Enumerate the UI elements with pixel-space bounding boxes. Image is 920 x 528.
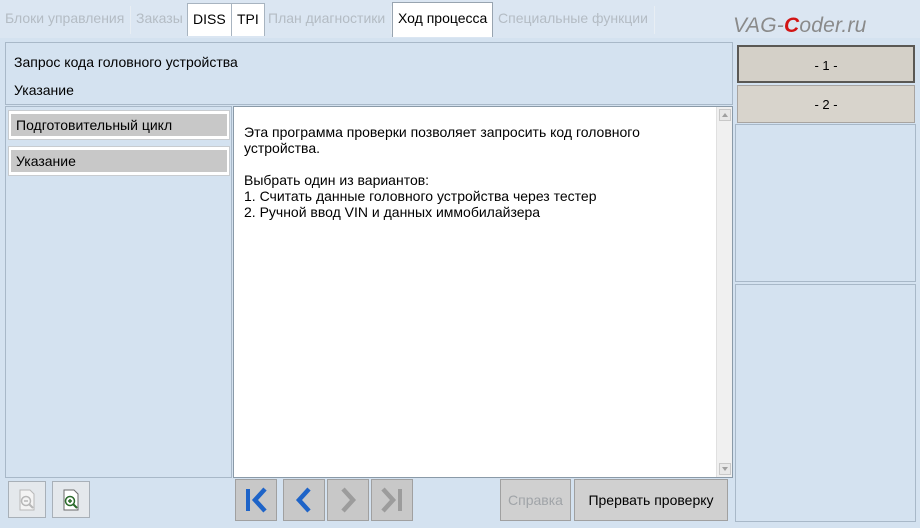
logo-suffix: oder.ru — [799, 14, 867, 37]
tab-diagnostic-plan[interactable]: План диагностики — [263, 3, 390, 36]
last-step-button[interactable] — [371, 479, 413, 521]
instruction-text-pane: Эта программа проверки позволяет запроси… — [233, 106, 733, 478]
logo-prefix: VAG- — [733, 14, 784, 37]
zoom-out-document-icon — [9, 488, 45, 512]
list-item-label: Подготовительный цикл — [11, 114, 227, 136]
previous-step-button[interactable] — [283, 479, 325, 521]
side-info-area — [735, 284, 916, 522]
next-step-button[interactable] — [327, 479, 369, 521]
list-item-preparation[interactable]: Подготовительный цикл — [8, 110, 230, 140]
abort-test-button[interactable]: Прервать проверку — [574, 479, 728, 521]
tab-diss[interactable]: DISS — [187, 3, 232, 36]
tab-tpi[interactable]: TPI — [231, 3, 265, 36]
instruction-text: Эта программа проверки позволяет запроси… — [244, 124, 640, 220]
skip-to-end-icon — [372, 485, 412, 515]
page-subtitle: Указание — [14, 82, 74, 98]
watermark-logo: VAG-Coder.ru — [733, 14, 867, 38]
tab-control-units[interactable]: Блоки управления — [0, 3, 129, 36]
steps-panel: - 1 - - 2 - — [735, 42, 916, 522]
first-step-button[interactable] — [235, 479, 277, 521]
help-button[interactable]: Справка — [500, 479, 571, 521]
test-header: Запрос кода головного устройства Указани… — [5, 42, 733, 105]
scroll-up-arrow-icon[interactable] — [719, 109, 731, 121]
list-item-instruction[interactable]: Указание — [8, 146, 230, 176]
tab-separator — [654, 6, 655, 34]
skip-to-start-icon — [236, 485, 276, 515]
list-item-label: Указание — [11, 150, 227, 172]
previous-icon — [284, 485, 324, 515]
procedure-step-list: Подготовительный цикл Указание — [5, 106, 232, 478]
tab-special-functions[interactable]: Специальные функции — [493, 3, 653, 36]
step-1-button[interactable]: - 1 - — [737, 45, 915, 83]
step-2-button[interactable]: - 2 - — [737, 85, 915, 123]
zoom-out-button[interactable] — [8, 481, 46, 518]
scroll-down-arrow-icon[interactable] — [719, 463, 731, 475]
zoom-in-button[interactable] — [52, 481, 90, 518]
next-icon — [328, 485, 368, 515]
tab-orders[interactable]: Заказы — [131, 3, 188, 36]
tab-process-flow[interactable]: Ход процесса — [392, 2, 494, 37]
steps-empty-area — [735, 124, 916, 282]
vertical-scrollbar[interactable] — [716, 107, 732, 477]
tab-bar: Блоки управления Заказы DISS TPI План ди… — [0, 0, 920, 38]
logo-highlight: C — [783, 14, 800, 37]
zoom-in-document-icon — [53, 488, 89, 512]
page-title: Запрос кода головного устройства — [14, 54, 238, 70]
